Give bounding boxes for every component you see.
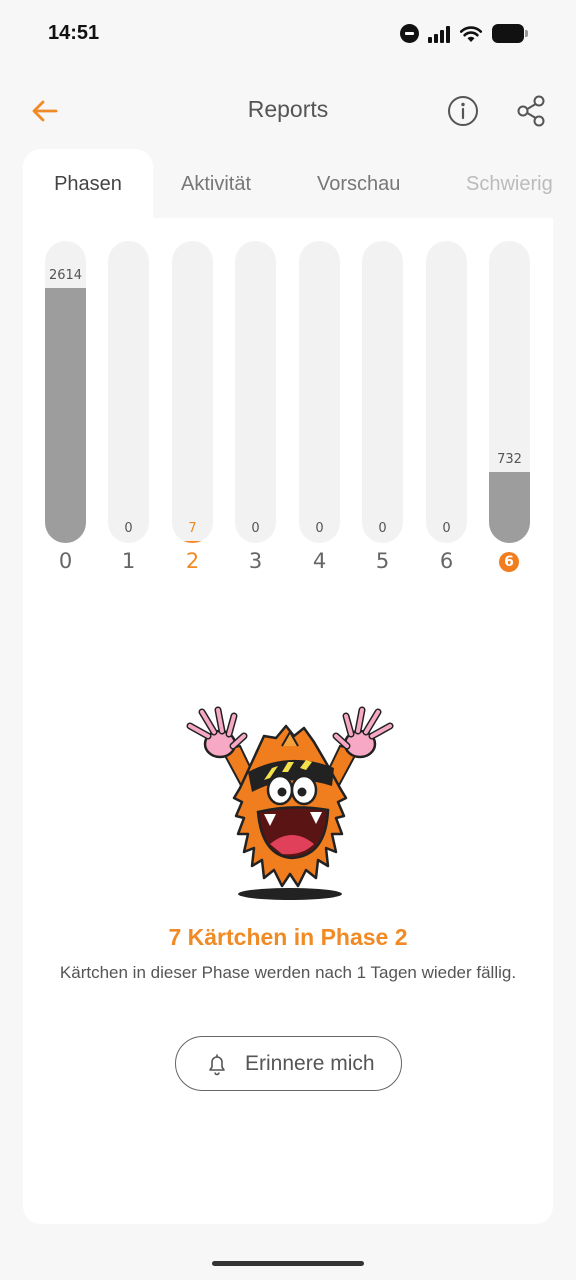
tab-phasen[interactable]: Phasen [23, 149, 153, 219]
phase-label-2[interactable]: 2 [172, 549, 213, 573]
status-icons [400, 24, 528, 43]
phase-label-1[interactable]: 1 [108, 549, 149, 573]
bar-value-label-4: 0 [315, 521, 324, 536]
tab-aktivitaet[interactable]: Aktivität [181, 149, 251, 219]
bar-value-label-1: 0 [124, 521, 133, 536]
do-not-disturb-icon [400, 24, 419, 43]
bar-value-label-final: 732 [497, 452, 522, 467]
phase-label-6[interactable]: 6 [426, 549, 467, 573]
tab-bar: Phasen Aktivität Vorschau Schwierig [23, 149, 553, 219]
battery-icon [492, 24, 528, 43]
status-time: 14:51 [48, 22, 100, 44]
phase-bar-4[interactable] [299, 241, 340, 543]
share-icon[interactable] [513, 94, 549, 128]
home-indicator[interactable] [212, 1261, 364, 1266]
remind-me-button[interactable]: Erinnere mich [175, 1036, 402, 1091]
phase-label-5[interactable]: 5 [362, 549, 403, 573]
bar-value-label-3: 0 [251, 521, 260, 536]
tab-schwierigkeit[interactable]: Schwierig [466, 149, 553, 219]
page-title: Reports [247, 96, 329, 122]
bar-value-label-2: 7 [188, 521, 197, 536]
phase-heading: 7 Kärtchen in Phase 2 [168, 924, 408, 950]
monster-mascot-illustration [186, 706, 394, 900]
phase-bar-0[interactable] [45, 241, 86, 543]
bar-fill-final [489, 472, 530, 543]
info-icon[interactable] [446, 94, 480, 128]
header: Reports [0, 80, 576, 140]
bar-fill-0 [45, 288, 86, 543]
phase-bar-6[interactable] [426, 241, 467, 543]
remind-me-label: Erinnere mich [245, 1052, 375, 1075]
phase-label-3[interactable]: 3 [235, 549, 276, 573]
bar-fill-2 [172, 541, 213, 543]
bar-value-label-5: 0 [378, 521, 387, 536]
phase-bar-5[interactable] [362, 241, 403, 543]
final-phase-badge-icon[interactable]: 6 [499, 552, 519, 572]
status-bar: 14:51 [0, 0, 576, 72]
phase-bar-1[interactable] [108, 241, 149, 543]
phase-description: Kärtchen in dieser Phase werden nach 1 T… [59, 963, 517, 982]
phase-bar-2[interactable] [172, 241, 213, 543]
phase-bar-3[interactable] [235, 241, 276, 543]
phase-bar-final[interactable] [489, 241, 530, 543]
phase-label-4[interactable]: 4 [299, 549, 340, 573]
phase-label-0[interactable]: 0 [45, 549, 86, 573]
bar-value-label-0: 2614 [48, 268, 83, 283]
wifi-icon [459, 25, 483, 42]
cellular-signal-icon [428, 25, 450, 43]
tab-vorschau[interactable]: Vorschau [317, 149, 400, 219]
bell-icon [209, 1054, 225, 1076]
bar-value-label-6: 0 [442, 521, 451, 536]
